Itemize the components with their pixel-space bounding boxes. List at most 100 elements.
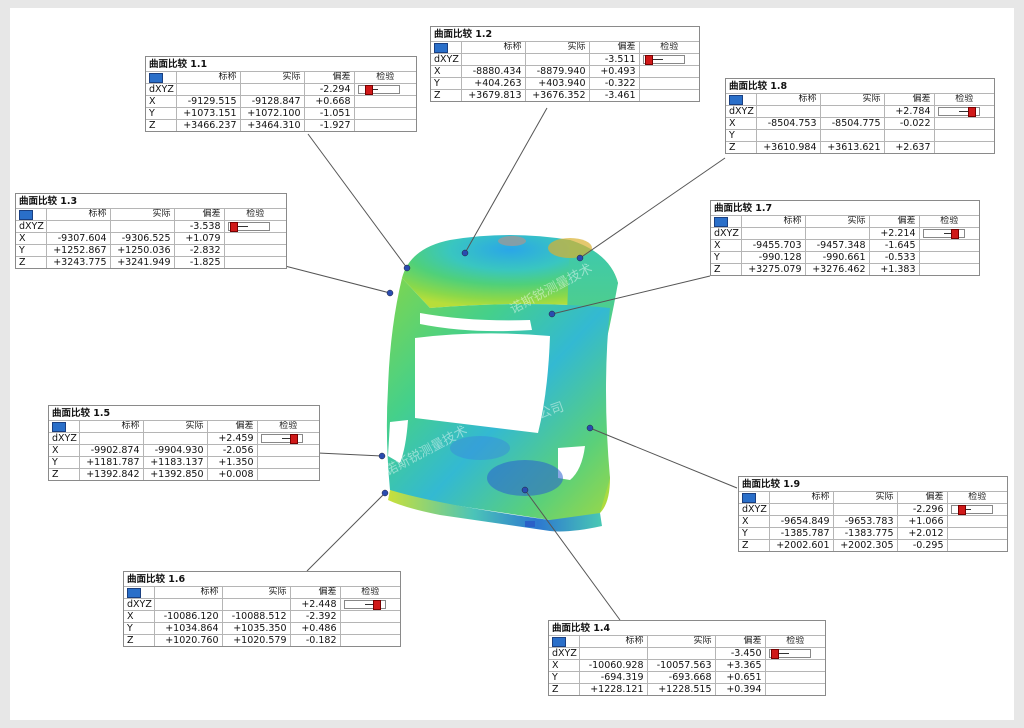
flag-icon [552,636,566,647]
leader-1-2 [464,107,548,254]
x-actual: -9128.847 [239,95,304,108]
flag-icon [149,72,163,83]
gauge-marker [950,228,959,239]
row-label-y: Y [49,456,79,469]
col-actual: 实际 [832,491,897,504]
z-nominal: +1392.842 [78,468,143,480]
z-actual: +1392.850 [142,468,207,480]
tolerance-gauge [642,54,685,65]
z-nominal: +3679.813 [460,89,525,101]
y-deviation: -1.051 [303,107,354,120]
col-actual: 实际 [819,93,884,106]
flag-icon [434,42,448,53]
x-nominal: -9654.849 [768,515,833,528]
y-deviation: +0.486 [289,622,340,635]
row-label-dxyz: dXYZ [739,503,769,516]
x-nominal: -8880.434 [460,65,525,78]
row-label-dxyz: dXYZ [726,105,756,118]
y-actual: +1250.036 [109,244,174,257]
col-nominal: 标称 [460,41,525,54]
z-nominal: +2002.601 [768,539,833,551]
col-check: 检验 [764,635,825,648]
row-label-y: Y [124,622,154,635]
gauge-marker [645,54,654,65]
z-deviation: -0.295 [896,539,947,551]
z-deviation: +0.394 [714,683,765,695]
gauge-marker [230,221,239,232]
col-nominal: 标称 [153,586,222,599]
row-label-y: Y [739,527,769,540]
row-label-z: Z [726,141,756,153]
col-check: 检验 [933,93,994,106]
probe-point-1-6 [381,489,389,497]
tolerance-gauge [227,221,270,232]
row-label-x: X [711,239,741,252]
x-nominal: -9307.604 [45,232,110,245]
x-deviation: +0.668 [303,95,354,108]
row-label-dxyz: dXYZ [146,83,176,96]
col-actual: 实际 [239,71,304,84]
row-label-z: Z [739,539,769,551]
y-actual: -693.668 [646,671,715,684]
y-nominal: +1252.867 [45,244,110,257]
comparison-panel-1-6: 曲面比较 1.6 标称 实际 偏差 检验 dXYZ +2.448 X -10086.120… [123,571,401,647]
z-deviation: +1.383 [868,263,919,275]
z-actual: +3276.462 [804,263,869,275]
gauge-marker [289,433,298,444]
y-nominal: -694.319 [578,671,647,684]
y-deviation: -2.832 [173,244,224,257]
row-label-dxyz: dXYZ [431,53,461,66]
col-check: 检验 [339,586,400,599]
probe-point-1-5 [378,452,386,460]
flag-icon [742,492,756,503]
x-deviation: -2.392 [289,610,340,623]
x-actual: -10088.512 [221,610,290,623]
tolerance-gauge [260,433,303,444]
dxyz-value: -3.538 [173,220,224,233]
y-actual: +1035.350 [221,622,290,635]
z-actual: +1228.515 [646,683,715,695]
row-label-z: Z [49,468,79,480]
x-nominal: -8504.753 [755,117,820,130]
col-nominal: 标称 [175,71,240,84]
col-deviation: 偏差 [289,586,340,599]
row-label-z: Z [16,256,46,268]
z-deviation: -0.182 [289,634,340,646]
row-label-x: X [549,659,579,672]
x-deviation: +3.365 [714,659,765,672]
x-nominal: -9129.515 [175,95,240,108]
row-label-x: X [726,117,756,130]
comparison-panel-1-7: 曲面比较 1.7 标称 实际 偏差 检验 dXYZ +2.214 X -9455.703-… [710,200,980,276]
leader-1-6 [306,492,386,572]
x-deviation: +0.493 [588,65,639,78]
col-nominal: 标称 [768,491,833,504]
z-actual: +3676.352 [524,89,589,101]
col-actual: 实际 [221,586,290,599]
y-nominal: +1181.787 [78,456,143,469]
tolerance-gauge [922,228,965,239]
flag-icon [52,421,66,432]
z-deviation: -3.461 [588,89,639,101]
col-deviation: 偏差 [868,215,919,228]
comparison-panel-1-1: 曲面比较 1.1 标称 实际 偏差 检验 dXYZ -2.294 X -9129.515-… [145,56,417,132]
row-label-dxyz: dXYZ [124,598,154,611]
dxyz-value: +2.784 [883,105,934,118]
row-label-x: X [124,610,154,623]
col-nominal: 标称 [740,215,805,228]
probe-point-1-7 [548,310,556,318]
row-label-z: Z [146,119,176,131]
leader-1-3 [284,265,391,294]
z-actual: +3241.949 [109,256,174,268]
row-label-y: Y [549,671,579,684]
dxyz-value: -2.296 [896,503,947,516]
col-nominal: 标称 [78,420,143,433]
comparison-panel-1-9: 曲面比较 1.9 标称 实际 偏差 检验 dXYZ -2.296 X -9654.849-… [738,476,1008,552]
x-actual: -9457.348 [804,239,869,252]
comparison-panel-1-8: 曲面比较 1.8 标称 实际 偏差 检验 dXYZ +2.784 X -8504.753-… [725,78,995,154]
leader-1-5 [317,452,383,457]
panel-title: 曲面比较 1.3 [19,196,78,207]
x-deviation: +1.066 [896,515,947,528]
z-nominal: +1228.121 [578,683,647,695]
x-actual: -8879.940 [524,65,589,78]
dxyz-value: +2.214 [868,227,919,240]
